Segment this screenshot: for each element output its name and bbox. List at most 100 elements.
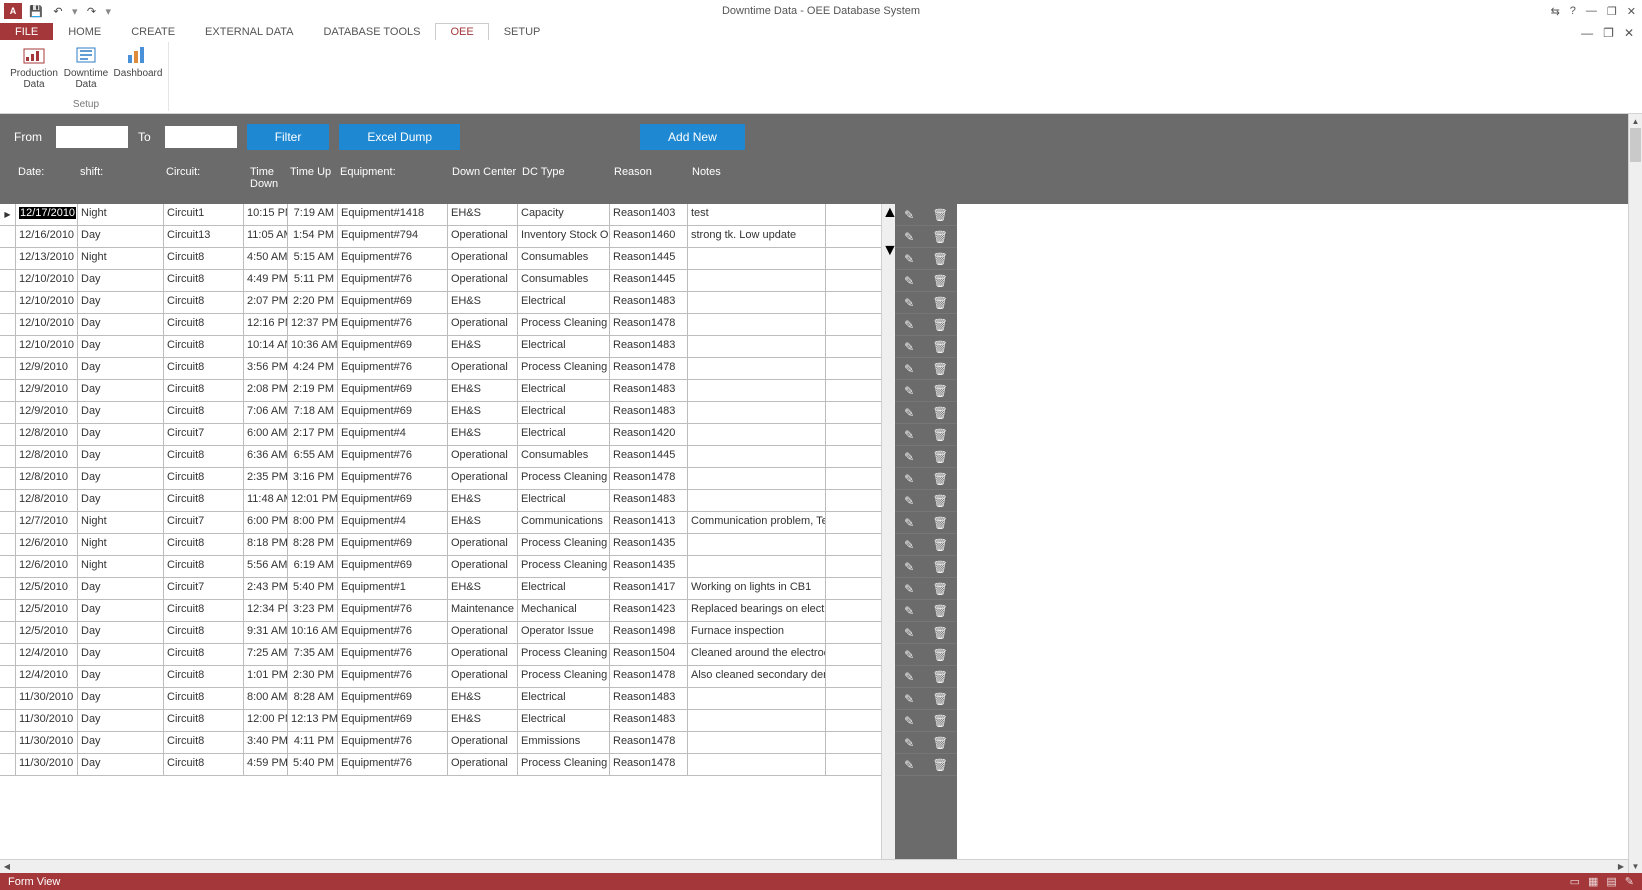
form-view-icon[interactable]: ▭ [1570, 875, 1580, 888]
inner-vertical-scrollbar[interactable]: ▲ ▼ [881, 204, 895, 859]
cell-equipment[interactable]: Equipment#4 [338, 512, 448, 533]
cell-shift[interactable]: Night [78, 204, 164, 225]
cell-date[interactable]: 12/13/2010 [16, 248, 78, 269]
to-date-input[interactable] [165, 126, 237, 148]
cell-dc-type[interactable]: Electrical [518, 490, 610, 511]
record-selector[interactable] [0, 270, 16, 291]
cell-down-center[interactable]: EH&S [448, 402, 518, 423]
cell-notes[interactable] [688, 468, 826, 489]
cell-dc-type[interactable]: Electrical [518, 710, 610, 731]
cell-equipment[interactable]: Equipment#76 [338, 446, 448, 467]
cell-circuit[interactable]: Circuit8 [164, 402, 244, 423]
cell-shift[interactable]: Day [78, 490, 164, 511]
cell-notes[interactable] [688, 446, 826, 467]
cell-time-up[interactable]: 7:18 AM [288, 402, 338, 423]
cell-circuit[interactable]: Circuit8 [164, 446, 244, 467]
cell-circuit[interactable]: Circuit8 [164, 644, 244, 665]
cell-notes[interactable] [688, 556, 826, 577]
redo-icon[interactable]: ↷ [84, 3, 100, 19]
cell-circuit[interactable]: Circuit7 [164, 424, 244, 445]
cell-circuit[interactable]: Circuit7 [164, 578, 244, 599]
cell-time-up[interactable]: 12:01 PM [288, 490, 338, 511]
cell-time-down[interactable]: 12:00 PM [244, 710, 288, 731]
cell-notes[interactable] [688, 424, 826, 445]
cell-down-center[interactable]: Operational [448, 468, 518, 489]
record-selector[interactable] [0, 248, 16, 269]
cell-notes[interactable] [688, 336, 826, 357]
tab-setup[interactable]: SETUP [489, 23, 556, 40]
cell-date[interactable]: 11/30/2010 [16, 732, 78, 753]
cell-notes[interactable] [688, 358, 826, 379]
cell-circuit[interactable]: Circuit8 [164, 336, 244, 357]
delete-icon[interactable]: 🗑 [933, 384, 948, 398]
cell-notes[interactable] [688, 490, 826, 511]
table-row[interactable]: 12/9/2010DayCircuit82:08 PM2:19 PMEquipm… [0, 380, 895, 402]
cell-reason[interactable]: Reason1417 [610, 578, 688, 599]
edit-icon[interactable]: ✎ [904, 362, 914, 376]
cell-circuit[interactable]: Circuit7 [164, 512, 244, 533]
delete-icon[interactable]: 🗑 [933, 494, 948, 508]
cell-time-down[interactable]: 7:06 AM [244, 402, 288, 423]
cell-time-down[interactable]: 1:01 PM [244, 666, 288, 687]
cell-equipment[interactable]: Equipment#1 [338, 578, 448, 599]
production-data-button[interactable]: Production Data [8, 42, 60, 90]
cell-circuit[interactable]: Circuit8 [164, 468, 244, 489]
cell-date[interactable]: 12/5/2010 [16, 600, 78, 621]
cell-circuit[interactable]: Circuit8 [164, 534, 244, 555]
cell-time-down[interactable]: 9:31 AM [244, 622, 288, 643]
delete-icon[interactable]: 🗑 [933, 626, 948, 640]
cell-dc-type[interactable]: Electrical [518, 402, 610, 423]
edit-icon[interactable]: ✎ [904, 516, 914, 530]
cell-notes[interactable]: Furnace inspection [688, 622, 826, 643]
cell-dc-type[interactable]: Consumables [518, 270, 610, 291]
delete-icon[interactable]: 🗑 [933, 362, 948, 376]
cell-circuit[interactable]: Circuit8 [164, 314, 244, 335]
cell-time-down[interactable]: 2:08 PM [244, 380, 288, 401]
cell-time-up[interactable]: 4:11 PM [288, 732, 338, 753]
cell-date[interactable]: 12/9/2010 [16, 380, 78, 401]
table-row[interactable]: 12/10/2010DayCircuit810:14 AM10:36 AMEqu… [0, 336, 895, 358]
table-row[interactable]: 12/16/2010DayCircuit1311:05 AM1:54 PMEqu… [0, 226, 895, 248]
record-selector[interactable] [0, 490, 16, 511]
cell-down-center[interactable]: EH&S [448, 490, 518, 511]
cell-dc-type[interactable]: Process Cleaning [518, 468, 610, 489]
record-selector[interactable] [0, 688, 16, 709]
cell-notes[interactable]: test [688, 204, 826, 225]
edit-icon[interactable]: ✎ [904, 648, 914, 662]
record-selector[interactable] [0, 204, 16, 225]
cell-down-center[interactable]: Maintenance [448, 600, 518, 621]
edit-icon[interactable]: ✎ [904, 582, 914, 596]
cell-equipment[interactable]: Equipment#76 [338, 622, 448, 643]
add-new-button[interactable]: Add New [640, 124, 745, 150]
cell-notes[interactable] [688, 534, 826, 555]
edit-icon[interactable]: ✎ [904, 384, 914, 398]
cell-time-up[interactable]: 12:37 PM [288, 314, 338, 335]
cell-date[interactable]: 12/10/2010 [16, 292, 78, 313]
cell-dc-type[interactable]: Electrical [518, 292, 610, 313]
cell-reason[interactable]: Reason1483 [610, 292, 688, 313]
datasheet-view-icon[interactable]: ▦ [1588, 875, 1598, 888]
cell-time-down[interactable]: 7:25 AM [244, 644, 288, 665]
cell-shift[interactable]: Day [78, 688, 164, 709]
cell-shift[interactable]: Night [78, 248, 164, 269]
cell-time-up[interactable]: 7:19 AM [288, 204, 338, 225]
delete-icon[interactable]: 🗑 [933, 230, 948, 244]
edit-icon[interactable]: ✎ [904, 274, 914, 288]
cell-down-center[interactable]: Operational [448, 754, 518, 775]
record-selector[interactable] [0, 622, 16, 643]
cell-date[interactable]: 12/9/2010 [16, 402, 78, 423]
record-selector[interactable] [0, 600, 16, 621]
table-row[interactable]: 12/4/2010DayCircuit81:01 PM2:30 PMEquipm… [0, 666, 895, 688]
record-selector[interactable] [0, 556, 16, 577]
cell-reason[interactable]: Reason1498 [610, 622, 688, 643]
cell-down-center[interactable]: EH&S [448, 204, 518, 225]
cell-reason[interactable]: Reason1478 [610, 732, 688, 753]
cell-dc-type[interactable]: Process Cleaning [518, 314, 610, 335]
cell-down-center[interactable]: Operational [448, 314, 518, 335]
cell-reason[interactable]: Reason1435 [610, 534, 688, 555]
cell-time-down[interactable]: 2:43 PM [244, 578, 288, 599]
cell-notes[interactable]: Communication problem, Testengeer came o… [688, 512, 826, 533]
edit-icon[interactable]: ✎ [904, 714, 914, 728]
scroll-down-icon[interactable]: ▼ [1629, 859, 1642, 873]
cell-date[interactable]: 12/6/2010 [16, 556, 78, 577]
